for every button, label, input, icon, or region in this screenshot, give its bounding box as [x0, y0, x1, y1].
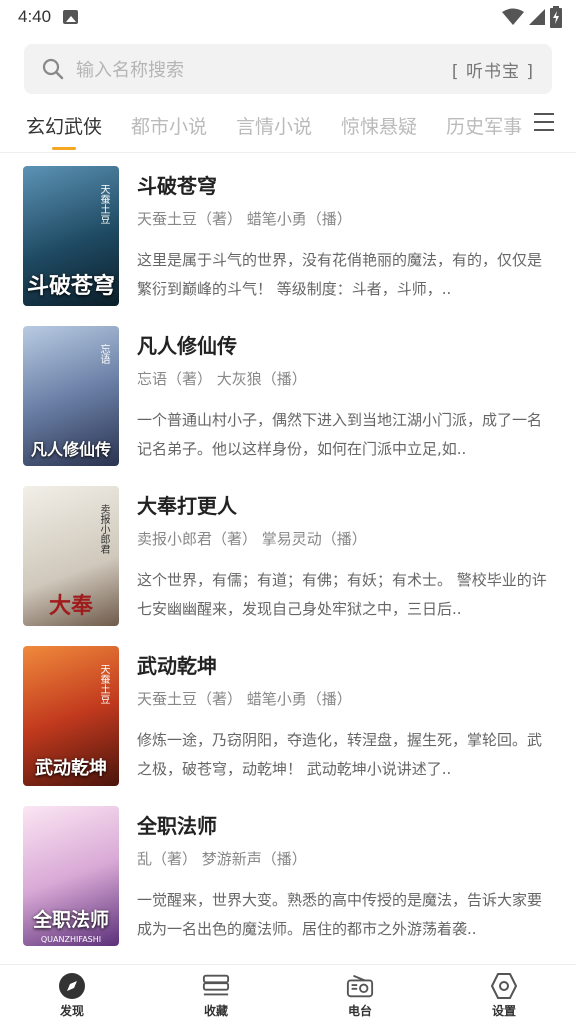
book-cover[interactable]: QUANZHIFASHI 全职法师: [23, 806, 119, 946]
book-meta: 卖报小郎君（著） 掌易灵动（播）: [137, 530, 367, 548]
compass-icon: [58, 973, 86, 999]
wifi-icon: [502, 8, 524, 25]
tab-xuanhuan[interactable]: 玄幻武侠: [26, 106, 102, 152]
nav-label: 电台: [347, 1004, 372, 1018]
radio-icon: [346, 973, 374, 999]
cover-title: 斗破苍穹: [26, 274, 115, 299]
nav-radio[interactable]: 电台: [288, 965, 432, 1024]
book-cover[interactable]: 天蚕土豆 武动乾坤: [23, 646, 119, 786]
book-title[interactable]: 大奉打更人: [137, 490, 237, 519]
nav-settings[interactable]: 设置: [432, 965, 576, 1024]
image-notification-icon: [63, 10, 79, 24]
book-cover[interactable]: 忘语 凡人修仙传: [23, 326, 119, 466]
tab-lishi[interactable]: 历史军事: [446, 106, 522, 152]
nav-favorites[interactable]: 收藏: [144, 965, 288, 1024]
signal-icon: [529, 9, 545, 25]
nav-label: 收藏: [203, 1004, 228, 1018]
book-item[interactable]: 忘语 凡人修仙传 凡人修仙传 忘语（著） 大灰狼（播） 一个普通山村小子，偶然下…: [0, 320, 576, 480]
book-description: 修炼一途，乃窃阴阳，夺造化，转涅盘，握生死，掌轮回。武之极，破苍穹，动乾坤！ 武…: [137, 731, 543, 778]
hexagon-gear-icon: [490, 973, 518, 999]
search-icon: [42, 58, 64, 80]
status-time: 4:40: [18, 7, 52, 26]
book-meta: 天蚕土豆（著） 蜡笔小勇（播）: [137, 690, 352, 708]
nav-discover[interactable]: 发现: [0, 965, 144, 1024]
book-description: 一觉醒来，世界大变。熟悉的高中传授的是魔法，告诉大家要成为一名出色的魔法师。居住…: [137, 891, 543, 938]
cover-author: 天蚕土豆: [98, 184, 109, 224]
nav-label: 发现: [59, 1004, 84, 1018]
cover-author: QUANZHIFASHI: [40, 935, 102, 944]
search-input[interactable]: 输入名称搜索: [76, 56, 452, 82]
book-item[interactable]: 天蚕土豆 斗破苍穹 斗破苍穹 天蚕土豆（著） 蜡笔小勇（播） 这里是属于斗气的世…: [0, 160, 576, 320]
tab-yanqing[interactable]: 言情小说: [236, 106, 312, 152]
category-tabs: 玄幻武侠 都市小说 言情小说 惊悚悬疑 历史军事: [0, 106, 576, 152]
book-cover[interactable]: 卖报小郎君 大奉: [23, 486, 119, 626]
book-item[interactable]: 天蚕土豆 武动乾坤 武动乾坤 天蚕土豆（著） 蜡笔小勇（播） 修炼一途，乃窃阴阳…: [0, 640, 576, 800]
search-bar[interactable]: 输入名称搜索 [ 听书宝 ]: [24, 44, 552, 94]
status-icons: [502, 6, 562, 28]
cover-title: 武动乾坤: [35, 758, 107, 779]
cover-author: 卖报小郎君: [98, 504, 109, 554]
book-description: 一个普通山村小子，偶然下进入到当地江湖小门派，成了一名记名弟子。他以这样身份，如…: [137, 411, 543, 458]
nav-label: 设置: [491, 1004, 516, 1018]
menu-icon[interactable]: [534, 113, 554, 137]
book-description: 这个世界，有儒；有道；有佛；有妖；有术士。 警校毕业的许七安幽幽醒来，发现自己身…: [137, 571, 547, 618]
book-item[interactable]: QUANZHIFASHI 全职法师 全职法师 乱（著） 梦游新声（播） 一觉醒来…: [0, 800, 576, 960]
cover-title: 大奉: [48, 594, 93, 619]
battery-icon: [550, 6, 562, 28]
tab-divider: [0, 152, 576, 153]
book-title[interactable]: 斗破苍穹: [137, 170, 217, 199]
book-title[interactable]: 武动乾坤: [137, 650, 217, 679]
tab-jingsong[interactable]: 惊悚悬疑: [341, 106, 417, 152]
search-brand-label[interactable]: [ 听书宝 ]: [452, 57, 534, 82]
book-meta: 天蚕土豆（著） 蜡笔小勇（播）: [137, 210, 352, 228]
book-meta: 忘语（著） 大灰狼（播）: [137, 370, 307, 388]
book-meta: 乱（著） 梦游新声（播）: [137, 850, 307, 868]
bottom-nav: 发现 收藏 电台 设置: [0, 964, 576, 1024]
book-item[interactable]: 卖报小郎君 大奉 大奉打更人 卖报小郎君（著） 掌易灵动（播） 这个世界，有儒；…: [0, 480, 576, 640]
status-bar: 4:40: [0, 0, 576, 34]
book-description: 这里是属于斗气的世界，没有花俏艳丽的魔法，有的，仅仅是繁衍到巅峰的斗气！ 等级制…: [137, 251, 543, 298]
book-cover[interactable]: 天蚕土豆 斗破苍穹: [23, 166, 119, 306]
book-list: 天蚕土豆 斗破苍穹 斗破苍穹 天蚕土豆（著） 蜡笔小勇（播） 这里是属于斗气的世…: [0, 160, 576, 960]
stack-icon: [202, 973, 230, 999]
tab-dushi[interactable]: 都市小说: [131, 106, 207, 152]
cover-author: 天蚕土豆: [98, 664, 109, 704]
cover-title: 全职法师: [32, 909, 109, 931]
cover-title: 凡人修仙传: [30, 440, 111, 459]
cover-author: 忘语: [98, 344, 109, 364]
book-title[interactable]: 凡人修仙传: [137, 330, 237, 359]
book-title[interactable]: 全职法师: [137, 810, 217, 839]
